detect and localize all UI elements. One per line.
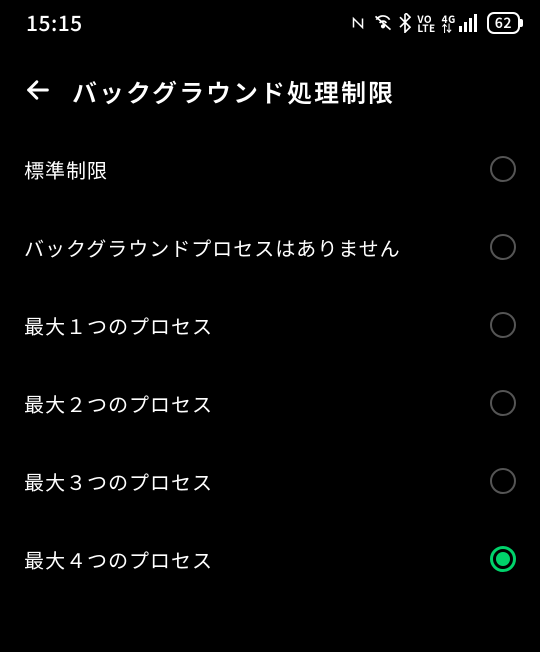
- status-indicators: VOLTE 4G⇅ 62: [349, 12, 520, 34]
- page-title: バックグラウンド処理制限: [72, 74, 395, 110]
- radio-unselected-icon[interactable]: [490, 234, 516, 260]
- options-list: 標準制限バックグラウンドプロセスはありません最大１つのプロセス最大２つのプロセス…: [0, 130, 540, 598]
- option-label: バックグラウンドプロセスはありません: [24, 233, 401, 262]
- option-row[interactable]: 最大２つのプロセス: [24, 364, 516, 442]
- bluetooth-icon: [399, 13, 411, 33]
- option-label: 標準制限: [24, 155, 108, 184]
- option-row[interactable]: 最大４つのプロセス: [24, 520, 516, 598]
- option-row[interactable]: 最大１つのプロセス: [24, 286, 516, 364]
- radio-unselected-icon[interactable]: [490, 468, 516, 494]
- radio-selected-icon[interactable]: [490, 546, 516, 572]
- option-label: 最大１つのプロセス: [24, 311, 213, 340]
- volte-icon: VOLTE: [417, 14, 435, 32]
- status-time: 15:15: [26, 8, 83, 38]
- battery-level: 62: [495, 13, 512, 33]
- radio-unselected-icon[interactable]: [490, 156, 516, 182]
- option-row[interactable]: 最大３つのプロセス: [24, 442, 516, 520]
- option-label: 最大４つのプロセス: [24, 545, 213, 574]
- page-header: バックグラウンド処理制限: [0, 40, 540, 130]
- option-label: 最大２つのプロセス: [24, 389, 213, 418]
- option-row[interactable]: バックグラウンドプロセスはありません: [24, 208, 516, 286]
- back-icon[interactable]: [24, 76, 52, 109]
- nfc-icon: [349, 14, 367, 32]
- mute-icon: [373, 14, 393, 32]
- radio-unselected-icon[interactable]: [490, 390, 516, 416]
- signal-icon: 4G⇅: [442, 14, 477, 32]
- battery-icon: 62: [487, 12, 520, 34]
- status-bar: 15:15 VOLTE 4G⇅ 62: [0, 0, 540, 40]
- option-label: 最大３つのプロセス: [24, 467, 213, 496]
- option-row[interactable]: 標準制限: [24, 130, 516, 208]
- radio-unselected-icon[interactable]: [490, 312, 516, 338]
